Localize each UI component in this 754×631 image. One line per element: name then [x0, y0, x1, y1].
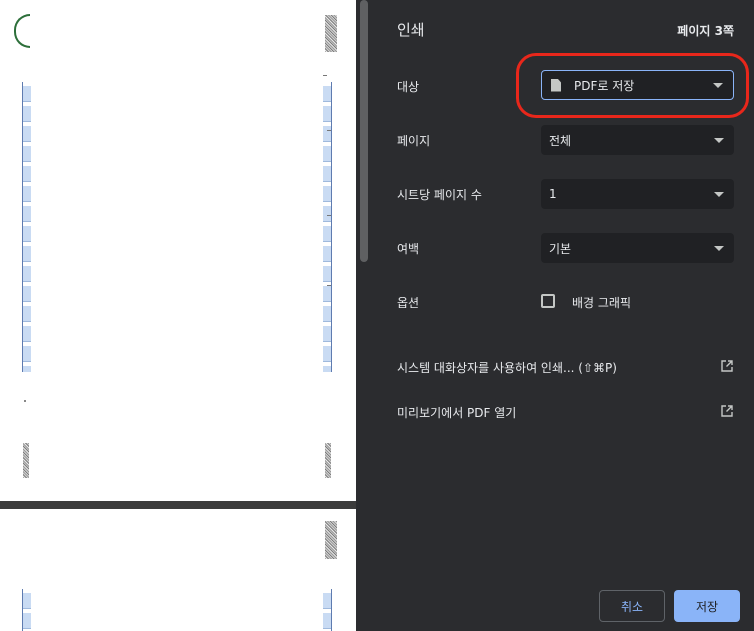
table-edge-right — [323, 82, 332, 372]
seal-icon — [14, 14, 30, 48]
print-settings-panel: 인쇄 페이지 3쪽 대상 PDF로 저장 페이지 전체 시트당 페이지 수 1 … — [372, 0, 754, 631]
dialog-title: 인쇄 — [397, 21, 425, 39]
cancel-button[interactable]: 취소 — [599, 590, 665, 622]
file-icon — [551, 78, 561, 92]
background-graphics-label[interactable]: 배경 그래픽 — [572, 294, 631, 311]
destination-value: PDF로 저장 — [574, 78, 635, 93]
chevron-down-icon — [714, 191, 724, 197]
chevron-down-icon — [714, 245, 724, 251]
pages-select[interactable]: 전체 — [541, 125, 734, 155]
destination-select[interactable]: PDF로 저장 — [541, 70, 734, 100]
pages-per-sheet-select[interactable]: 1 — [541, 179, 734, 209]
preview-page-2 — [0, 509, 356, 631]
barcode-mark — [325, 521, 337, 559]
open-external-icon — [721, 405, 733, 417]
system-dialog-label: 시스템 대화상자를 사용하여 인쇄... (⇧⌘P) — [397, 361, 617, 375]
table-edge-left — [22, 82, 31, 372]
preview-page-1 — [0, 0, 356, 501]
background-graphics-checkbox[interactable] — [541, 294, 555, 308]
pages-value: 전체 — [549, 133, 572, 148]
open-in-preview-label: 미리보기에서 PDF 열기 — [397, 406, 517, 420]
pages-label: 페이지 — [397, 134, 431, 148]
margins-label: 여백 — [397, 242, 420, 256]
system-dialog-link[interactable]: 시스템 대화상자를 사용하여 인쇄... (⇧⌘P) — [397, 359, 734, 376]
destination-label: 대상 — [397, 80, 420, 94]
open-in-preview-link[interactable]: 미리보기에서 PDF 열기 — [397, 404, 734, 421]
margins-value: 기본 — [549, 241, 572, 256]
table-edge-right — [323, 589, 332, 631]
barcode-mark — [23, 443, 29, 478]
barcode-mark — [325, 15, 337, 52]
chevron-down-icon — [714, 137, 724, 143]
preview-scrollbar-thumb[interactable] — [360, 0, 368, 262]
barcode-mark — [325, 443, 331, 478]
table-edge-left — [22, 589, 31, 631]
print-preview — [0, 0, 356, 631]
save-button[interactable]: 저장 — [674, 590, 740, 622]
margins-select[interactable]: 기본 — [541, 233, 734, 263]
chevron-down-icon — [713, 82, 723, 88]
page-count: 페이지 3쪽 — [677, 24, 734, 38]
open-external-icon — [721, 360, 733, 372]
pages-per-sheet-label: 시트당 페이지 수 — [397, 188, 482, 202]
options-label: 옵션 — [397, 296, 420, 310]
pages-per-sheet-value: 1 — [549, 187, 557, 201]
